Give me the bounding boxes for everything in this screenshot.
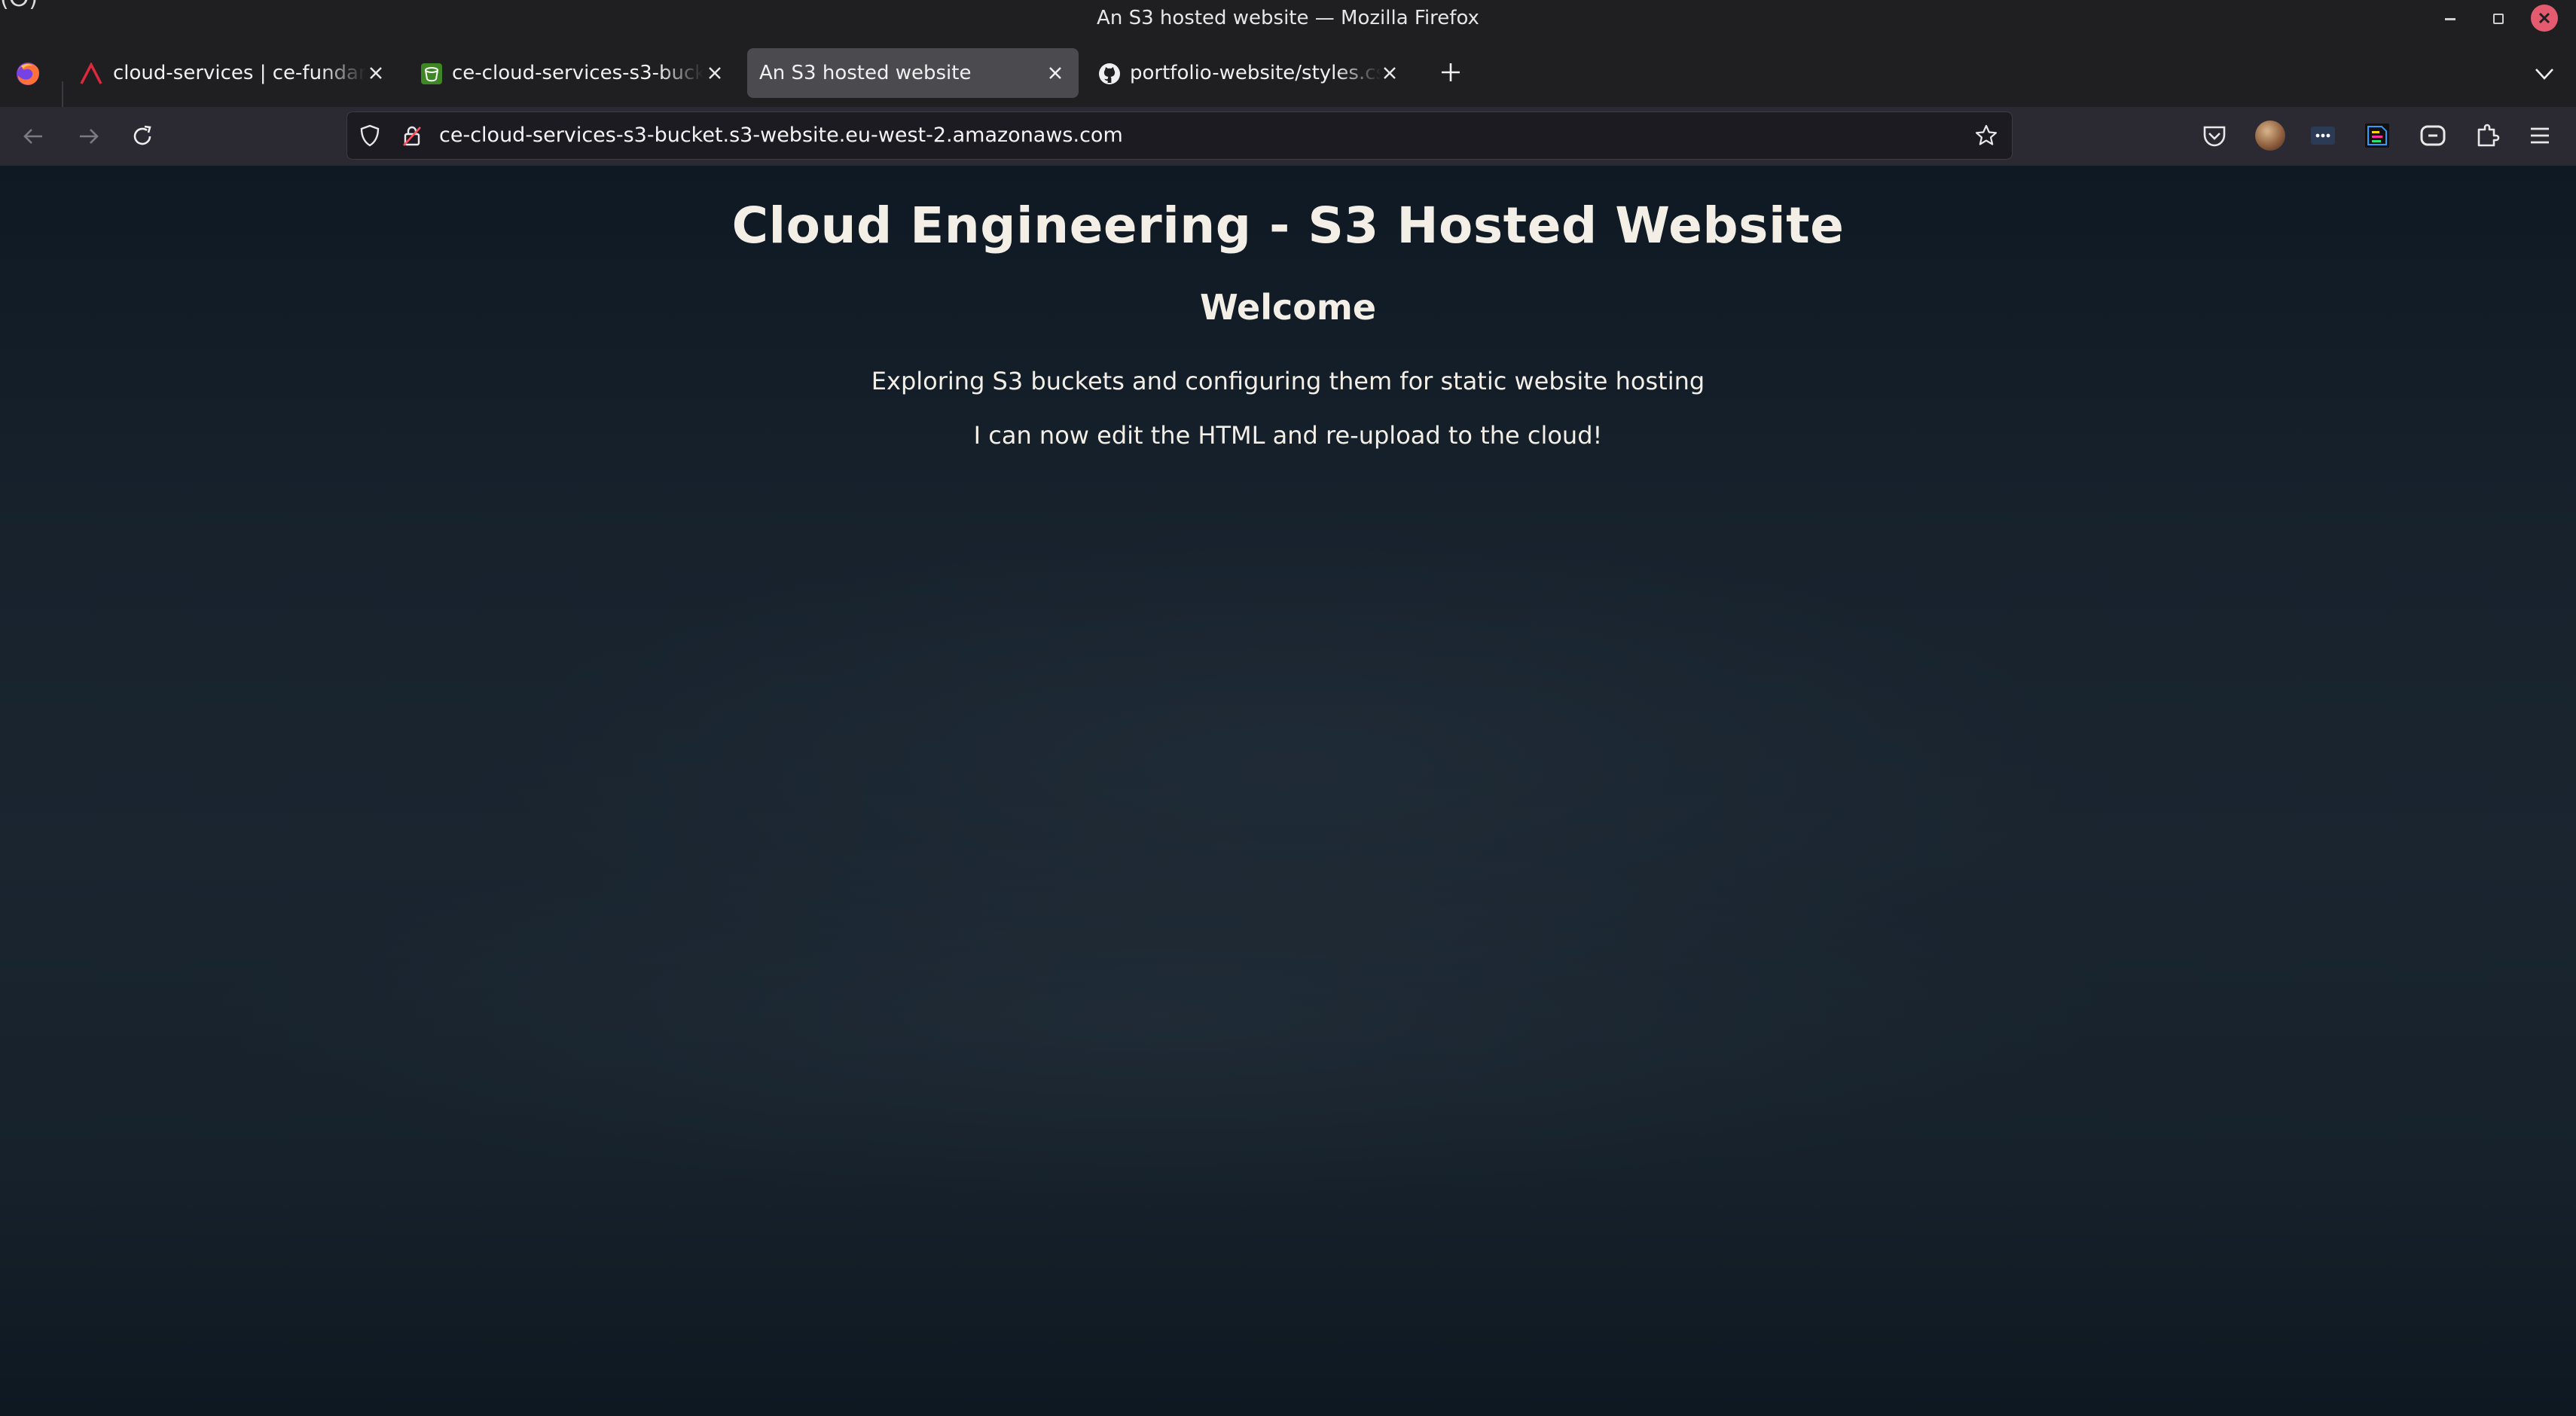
chevron-down-icon[interactable]: [2531, 60, 2558, 87]
tab-label: An S3 hosted website: [759, 62, 972, 84]
reload-icon[interactable]: [127, 121, 158, 152]
bookmark-star-icon[interactable]: [1974, 124, 1998, 148]
page-title: Cloud Engineering - S3 Hosted Website: [731, 197, 1845, 255]
screenshot-extension-icon[interactable]: [2418, 121, 2448, 151]
forward-arrow-icon[interactable]: [72, 121, 104, 152]
page-paragraph: I can now edit the HTML and re-upload to…: [973, 421, 1603, 450]
page-paragraph: Exploring S3 buckets and configuring the…: [871, 367, 1705, 395]
url-text: ce-cloud-services-s3-bucket.s3-website.e…: [439, 124, 1123, 147]
web-page-content: Cloud Engineering - S3 Hosted Website We…: [0, 166, 2576, 1416]
tab-github-styles[interactable]: portfolio-website/styles.css: [1089, 48, 1413, 98]
window-title: An S3 hosted website — Mozilla Firefox: [1097, 7, 1479, 29]
window-titlebar: (ⴱ) An S3 hosted website — Mozilla Firef…: [0, 0, 2576, 36]
tab-label: cloud-services | ce-fundamentals: [113, 62, 366, 84]
new-tab-plus-icon[interactable]: [1437, 59, 1464, 86]
bitwarden-extension-icon[interactable]: [2308, 121, 2338, 151]
hamburger-menu-icon[interactable]: [2525, 121, 2555, 151]
close-window-button[interactable]: [2531, 5, 2558, 32]
back-arrow-icon[interactable]: [18, 121, 50, 152]
close-tab-icon[interactable]: [707, 65, 723, 81]
tracking-protection-shield-icon[interactable]: [358, 124, 382, 148]
tab-s3-bucket-console[interactable]: ce-cloud-services-s3-bucket: [411, 48, 735, 98]
close-tab-icon[interactable]: [1381, 65, 1398, 81]
close-tab-icon[interactable]: [1047, 65, 1064, 81]
profile-avatar-icon[interactable]: [2255, 121, 2285, 151]
navigation-toolbar: ce-cloud-services-s3-bucket.s3-website.e…: [0, 107, 2576, 167]
red-chevron-icon: [80, 63, 102, 84]
minimize-button[interactable]: [2439, 6, 2463, 30]
github-icon: [1099, 63, 1120, 84]
maximize-button[interactable]: [2486, 6, 2510, 30]
firefox-icon[interactable]: [14, 59, 42, 87]
notes-extension-icon[interactable]: [2362, 121, 2392, 151]
close-tab-icon[interactable]: [368, 65, 384, 81]
address-bar[interactable]: ce-cloud-services-s3-bucket.s3-website.e…: [346, 111, 2013, 160]
page-subheading: Welcome: [1199, 287, 1377, 328]
tab-s3-hosted-website[interactable]: An S3 hosted website: [747, 48, 1079, 98]
tab-label: portfolio-website/styles.css: [1130, 62, 1381, 84]
extensions-puzzle-icon[interactable]: [2472, 121, 2502, 151]
green-bucket-icon: [421, 63, 442, 84]
tab-cloud-services[interactable]: cloud-services | ce-fundamentals: [72, 48, 396, 98]
insecure-lock-icon[interactable]: [400, 124, 424, 148]
tab-label: ce-cloud-services-s3-bucket: [452, 62, 704, 84]
tab-strip: cloud-services | ce-fundamentals ce-clou…: [0, 36, 2576, 139]
pocket-icon[interactable]: [2199, 121, 2230, 151]
